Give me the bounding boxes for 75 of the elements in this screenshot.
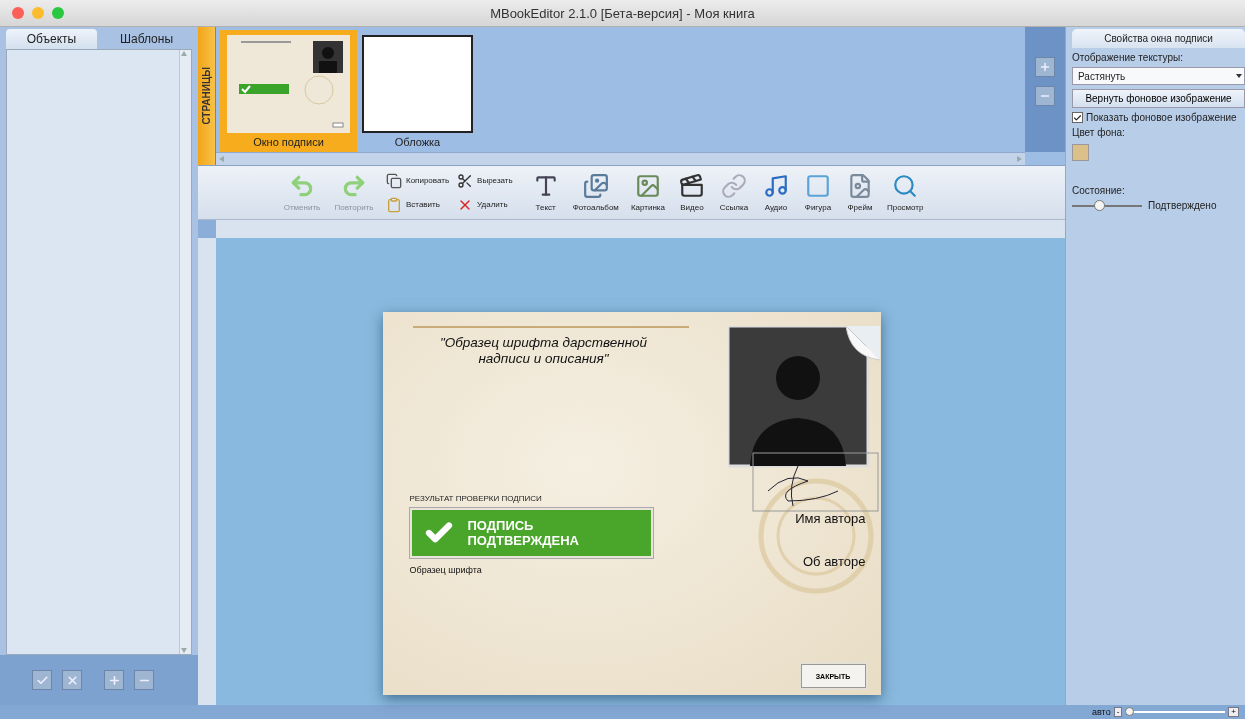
slider-thumb[interactable]	[1125, 707, 1135, 716]
scrollbar[interactable]	[216, 152, 1025, 165]
state-label: Состояние:	[1072, 185, 1126, 196]
texture-label: Отображение текстуры:	[1072, 52, 1184, 63]
document-title: "Образец шрифта дарственной надписи и описания"	[438, 335, 649, 367]
scroll-right-arrow-icon[interactable]	[1015, 155, 1023, 163]
close-button[interactable]	[62, 670, 82, 690]
delete-button[interactable]: Удалить	[457, 196, 513, 213]
close-icon	[65, 673, 79, 687]
scroll-up-arrow-icon[interactable]	[180, 50, 188, 58]
zoom-out-button[interactable]: -	[1113, 707, 1123, 717]
tool-button[interactable]: Ссылка	[714, 173, 753, 212]
cut-button[interactable]: Вырезать	[457, 172, 513, 189]
close-window-button[interactable]	[12, 7, 24, 19]
photo-album-icon	[582, 173, 609, 199]
tool-button[interactable]: Фотоальбом	[568, 173, 623, 212]
check-button[interactable]	[32, 670, 52, 690]
link-icon	[720, 173, 747, 199]
page-thumbnail-drawing[interactable]	[227, 35, 350, 133]
redo-icon	[341, 173, 367, 199]
reset-background-button[interactable]: Вернуть фоновое изображение	[1072, 89, 1245, 108]
font-sample-text: Образец шрифта	[409, 565, 482, 575]
copy-icon	[386, 172, 402, 189]
scroll-down-arrow-icon[interactable]	[180, 646, 188, 654]
result-label: РЕЗУЛЬТАТ ПРОВЕРКИ ПОДПИСИ	[409, 494, 542, 503]
page-thumbnail-card[interactable]: Окно подписи	[220, 30, 357, 152]
plus-icon	[1039, 61, 1051, 73]
undo-icon	[289, 173, 315, 199]
blank-page-thumbnail[interactable]	[362, 35, 473, 133]
shape-icon	[804, 173, 831, 199]
panel-tab[interactable]: Шаблоны	[101, 29, 192, 49]
background-color-label: Цвет фона:	[1072, 127, 1126, 138]
music-note-icon	[762, 173, 789, 199]
clapperboard-icon	[678, 173, 705, 199]
tool-button[interactable]: Фигура	[798, 173, 837, 212]
page-title: Обложка	[394, 135, 441, 150]
scrollbar[interactable]	[179, 50, 191, 654]
scroll-left-arrow-icon[interactable]	[218, 155, 226, 163]
plus-button[interactable]	[104, 670, 124, 690]
check-icon	[1073, 112, 1082, 123]
copy-button[interactable]: Копировать	[386, 172, 450, 189]
picture-icon	[634, 173, 661, 199]
scissors-icon	[457, 172, 474, 189]
panel-tab[interactable]: Объекты	[6, 29, 97, 49]
paste-button[interactable]: Вставить	[386, 196, 450, 213]
tool-button[interactable]: Просмотр	[882, 173, 928, 212]
slider-thumb[interactable]	[1093, 199, 1105, 211]
tool-button[interactable]: Аудио	[756, 173, 795, 212]
page-title: Окно подписи	[253, 135, 324, 150]
state-value: Подтверждено	[1148, 200, 1217, 211]
zoom-in-button[interactable]: +	[1228, 707, 1239, 717]
pages-tab[interactable]: СТРАНИЦЫ	[198, 27, 216, 165]
properties-tab[interactable]: Свойства окна подписи	[1072, 29, 1245, 48]
remove-page-button[interactable]	[1035, 86, 1055, 106]
tool-button[interactable]: Картинка	[626, 173, 669, 212]
signature-status-banner: ПОДПИСЬ ПОДТВЕРЖДЕНА	[409, 508, 653, 558]
add-page-button[interactable]	[1035, 57, 1055, 77]
author-name: Имя автора	[795, 511, 866, 526]
tool-button[interactable]: Текст	[526, 173, 565, 212]
tool-button[interactable]: Видео	[672, 173, 711, 212]
minus-button[interactable]	[134, 670, 154, 690]
clipboard-icon	[386, 196, 402, 213]
window-title: MBookEditor 2.1.0 [Бета-версия] - Моя книга	[489, 5, 756, 21]
zoom-label: авто	[1092, 707, 1111, 717]
plus-icon	[107, 673, 121, 687]
texture-dropdown[interactable]: Растянуть	[1072, 67, 1245, 85]
about-author-text: Об авторе	[802, 554, 866, 569]
preview-icon	[892, 173, 919, 199]
page-thumbnail-card[interactable]: Обложка	[361, 30, 474, 152]
zoom-window-button[interactable]	[52, 7, 64, 19]
tool-button[interactable]: Фрейм	[840, 173, 879, 212]
show-background-checkbox[interactable]: Показать фоновое изображение	[1072, 112, 1245, 123]
check-icon	[35, 673, 49, 687]
caret-icon	[1234, 72, 1244, 80]
color-swatch[interactable]	[1072, 144, 1089, 161]
